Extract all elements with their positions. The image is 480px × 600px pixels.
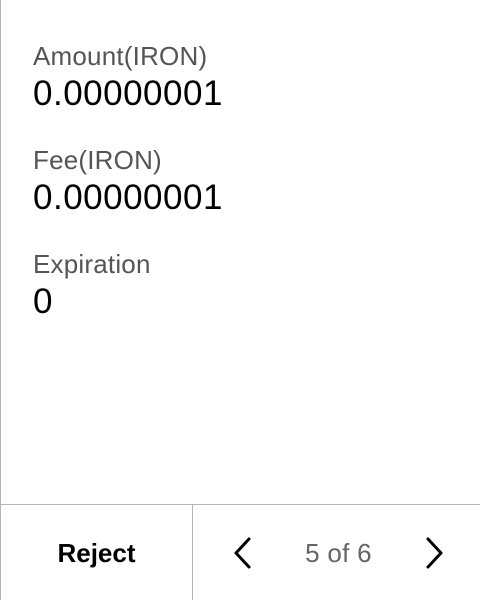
fee-value: 0.00000001	[33, 178, 223, 217]
expiration-field: Expiration 0	[33, 248, 464, 322]
amount-label: Amount(IRON)	[33, 41, 208, 71]
amount-value: 0.00000001	[33, 74, 223, 113]
pager: 5 of 6	[193, 505, 480, 600]
chevron-right-icon[interactable]	[422, 536, 446, 570]
fee-field: Fee(IRON) 0.00000001	[33, 144, 464, 218]
chevron-left-icon[interactable]	[231, 536, 255, 570]
amount-field: Amount(IRON) 0.00000001	[33, 40, 464, 114]
transaction-review-screen: Amount(IRON) 0.00000001 Fee(IRON) 0.0000…	[0, 0, 480, 600]
fee-label: Fee(IRON)	[33, 145, 162, 175]
expiration-value: 0	[33, 282, 53, 321]
transaction-details: Amount(IRON) 0.00000001 Fee(IRON) 0.0000…	[33, 40, 464, 352]
expiration-label: Expiration	[33, 249, 151, 279]
reject-button[interactable]: Reject	[1, 505, 193, 600]
page-indicator: 5 of 6	[305, 537, 372, 568]
action-footer: Reject 5 of 6	[1, 504, 480, 600]
